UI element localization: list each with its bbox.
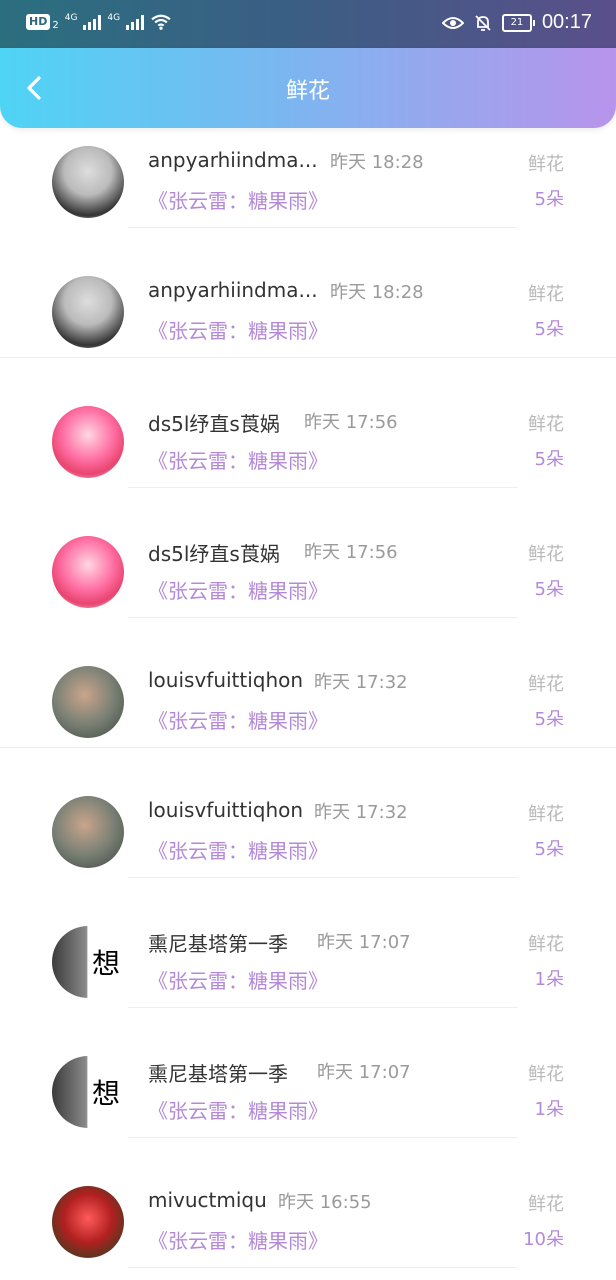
- work-title[interactable]: 《张云雷：糖果雨》: [148, 1095, 328, 1124]
- gift-record-row[interactable]: mivuctmiqu 昨天 16:55 《张云雷：糖果雨》 鲜花 10朵: [0, 1138, 616, 1268]
- gift-count: 1朵: [534, 969, 564, 990]
- user-avatar[interactable]: [52, 1186, 124, 1258]
- gift-record-row[interactable]: anpyarhiindma... 昨天 18:28 《张云雷：糖果雨》 鲜花 5…: [0, 228, 616, 358]
- gift-type: 鲜花: [528, 934, 564, 955]
- work-title[interactable]: 《张云雷：糖果雨》: [148, 705, 328, 734]
- user-avatar[interactable]: 想: [52, 1056, 124, 1128]
- network-label-1: 4G: [64, 13, 78, 23]
- battery-icon: 21: [501, 13, 535, 32]
- gift-count: 10朵: [523, 1229, 564, 1250]
- wifi-icon: [151, 14, 171, 30]
- status-bar: HD 2 4G 4G 21 00:17: [0, 0, 616, 48]
- gift-record-row[interactable]: 想 熏尼基塔第一季 昨天 17:07 《张云雷：糖果雨》 鲜花 1朵: [0, 1008, 616, 1138]
- record-time: 昨天 17:56: [304, 542, 398, 563]
- signal-icon-2: [126, 14, 145, 30]
- avatar-text: 想: [91, 947, 120, 980]
- network-label-2: 4G: [107, 13, 121, 23]
- user-name: ds5l纾直s莨娲: [148, 542, 280, 566]
- record-time: 昨天 18:28: [330, 282, 424, 303]
- record-time: 昨天 17:32: [314, 802, 408, 823]
- clock: 00:17: [541, 11, 592, 33]
- gift-type: 鲜花: [528, 674, 564, 695]
- record-time: 昨天 18:28: [330, 152, 424, 173]
- signal-icon-1: [83, 14, 102, 30]
- user-name: louisvfuittiqhon: [148, 668, 304, 692]
- eye-icon: [441, 16, 464, 29]
- record-time: 昨天 17:07: [317, 932, 411, 953]
- gift-record-row[interactable]: louisvfuittiqhon 昨天 17:32 《张云雷：糖果雨》 鲜花 5…: [0, 748, 616, 878]
- gift-record-row[interactable]: 想 熏尼基塔第一季 昨天 17:07 《张云雷：糖果雨》 鲜花 1朵: [0, 878, 616, 1008]
- gift-count: 5朵: [534, 709, 564, 730]
- user-avatar[interactable]: [52, 146, 124, 218]
- work-title[interactable]: 《张云雷：糖果雨》: [148, 1225, 328, 1254]
- gift-count: 5朵: [534, 449, 564, 470]
- status-right: 21 00:17: [441, 11, 592, 34]
- work-title[interactable]: 《张云雷：糖果雨》: [148, 315, 328, 344]
- gift-count: 5朵: [534, 839, 564, 860]
- work-title[interactable]: 《张云雷：糖果雨》: [148, 185, 328, 214]
- app-header: 鲜花: [0, 48, 616, 128]
- gift-record-list: anpyarhiindma... 昨天 18:28 《张云雷：糖果雨》 鲜花 5…: [0, 98, 616, 1268]
- user-avatar[interactable]: [52, 406, 124, 478]
- user-name: louisvfuittiqhon: [148, 798, 304, 822]
- record-time: 昨天 16:55: [278, 1192, 372, 1213]
- gift-type: 鲜花: [528, 1064, 564, 1085]
- gift-record-row[interactable]: ds5l纾直s莨娲 昨天 17:56 《张云雷：糖果雨》 鲜花 5朵: [0, 488, 616, 618]
- gift-type: 鲜花: [528, 1194, 564, 1215]
- gift-type: 鲜花: [528, 414, 564, 435]
- gift-record-row[interactable]: ds5l纾直s莨娲 昨天 17:56 《张云雷：糖果雨》 鲜花 5朵: [0, 358, 616, 488]
- user-name: 熏尼基塔第一季: [148, 932, 288, 956]
- gift-count: 1朵: [534, 1099, 564, 1120]
- work-title[interactable]: 《张云雷：糖果雨》: [148, 835, 328, 864]
- user-name: 熏尼基塔第一季: [148, 1062, 288, 1086]
- hd-badge: HD: [26, 14, 51, 30]
- gift-record-row[interactable]: louisvfuittiqhon 昨天 17:32 《张云雷：糖果雨》 鲜花 5…: [0, 618, 616, 748]
- gift-type: 鲜花: [528, 154, 564, 175]
- row-divider: [128, 1267, 518, 1268]
- record-time: 昨天 17:07: [317, 1062, 411, 1083]
- gift-count: 5朵: [534, 319, 564, 340]
- gift-type: 鲜花: [528, 284, 564, 305]
- page-title: 鲜花: [285, 79, 330, 104]
- user-avatar[interactable]: [52, 796, 124, 868]
- work-title[interactable]: 《张云雷：糖果雨》: [148, 575, 328, 604]
- hd-sub: 2: [52, 19, 59, 31]
- user-name: mivuctmiqu: [148, 1188, 267, 1212]
- gift-type: 鲜花: [528, 804, 564, 825]
- user-name: ds5l纾直s莨娲: [148, 412, 280, 436]
- record-time: 昨天 17:32: [314, 672, 408, 693]
- user-avatar[interactable]: [52, 666, 124, 738]
- gift-count: 5朵: [534, 189, 564, 210]
- gift-count: 5朵: [534, 579, 564, 600]
- user-avatar[interactable]: [52, 536, 124, 608]
- work-title[interactable]: 《张云雷：糖果雨》: [148, 965, 328, 994]
- mute-bell-icon: [475, 14, 491, 31]
- user-avatar[interactable]: 想: [52, 926, 124, 998]
- user-name: anpyarhiindma...: [148, 278, 318, 302]
- user-avatar[interactable]: [52, 276, 124, 348]
- user-name: anpyarhiindma...: [148, 148, 318, 172]
- gift-type: 鲜花: [528, 544, 564, 565]
- avatar-text: 想: [91, 1077, 120, 1110]
- record-time: 昨天 17:56: [304, 412, 398, 433]
- work-title[interactable]: 《张云雷：糖果雨》: [148, 445, 328, 474]
- status-left: HD 2 4G 4G: [26, 13, 172, 31]
